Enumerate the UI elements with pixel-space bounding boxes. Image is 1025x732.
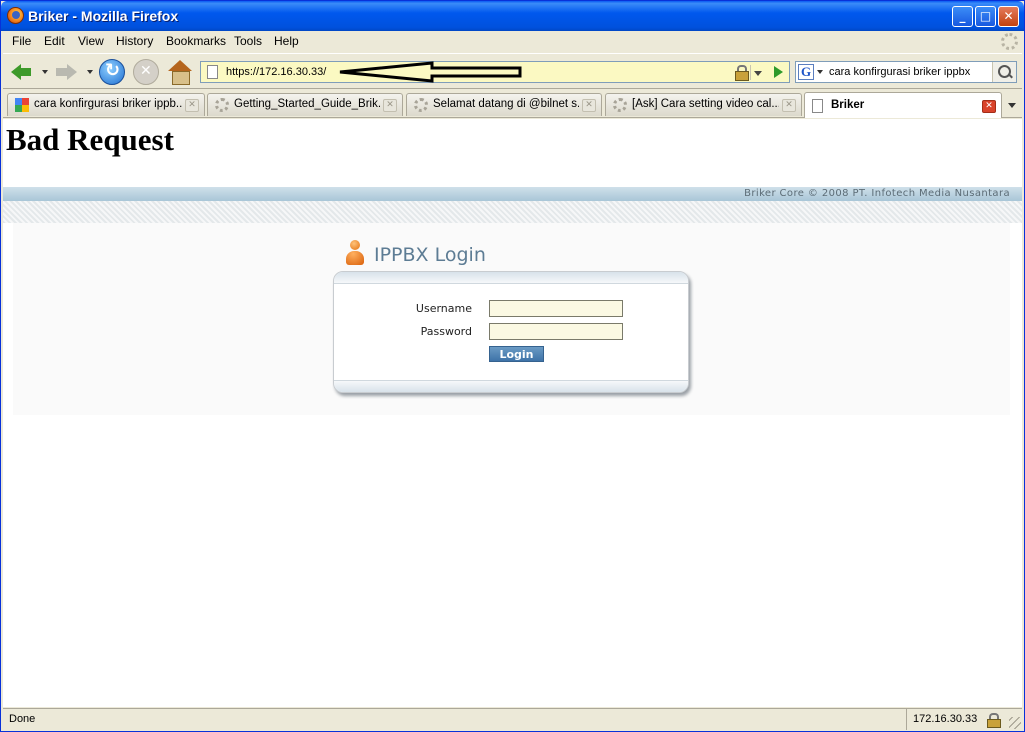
tab-briker[interactable]: Briker ✕ xyxy=(804,92,1002,118)
username-input[interactable] xyxy=(489,300,623,317)
url-history-dropdown-icon[interactable] xyxy=(750,65,764,80)
decorative-stripes xyxy=(3,201,1022,223)
forward-arrow-icon[interactable] xyxy=(53,59,79,85)
login-button[interactable]: Login xyxy=(489,346,544,362)
menu-bookmarks[interactable]: Bookmarks xyxy=(166,34,226,48)
tab-bilnet[interactable]: Selamat datang di @bilnet s... ✕ xyxy=(406,93,602,116)
tab-label: cara konfirgurasi briker ippb... xyxy=(34,98,182,110)
status-bar: Done 172.16.30.33 xyxy=(3,708,1022,730)
google-search-engine-icon[interactable]: G xyxy=(798,64,814,80)
tab-bar: cara konfirgurasi briker ippb... ✕ Getti… xyxy=(3,90,1022,118)
back-history-dropdown-icon[interactable] xyxy=(42,70,48,74)
username-label: Username xyxy=(415,302,472,315)
url-text[interactable]: https://172.16.30.33/ xyxy=(226,66,326,78)
menu-bar: File Edit View History Bookmarks Tools H… xyxy=(3,31,1022,52)
login-title: IPPBX Login xyxy=(374,244,486,266)
go-arrow-icon[interactable] xyxy=(769,64,787,80)
tab-label: Getting_Started_Guide_Brik... xyxy=(234,98,380,110)
window-title: Briker - Mozilla Firefox xyxy=(28,8,179,24)
firefox-logo-icon xyxy=(7,7,24,24)
loading-icon xyxy=(613,98,627,112)
magnifier-icon[interactable] xyxy=(992,62,1016,82)
page-icon xyxy=(812,99,823,113)
menu-edit[interactable]: Edit xyxy=(44,34,65,48)
menu-tools[interactable]: Tools xyxy=(234,34,262,48)
home-icon[interactable] xyxy=(167,59,193,85)
tab-google-search[interactable]: cara konfirgurasi briker ippb... ✕ xyxy=(7,93,205,116)
search-box[interactable]: G cara konfirgurasi briker ippbx xyxy=(795,61,1017,83)
tab-ask-video[interactable]: [Ask] Cara setting video cal... ✕ xyxy=(605,93,802,116)
tab-close-icon[interactable]: ✕ xyxy=(582,99,596,112)
password-label: Password xyxy=(420,325,472,338)
login-panel: Username Password Login xyxy=(333,271,689,393)
copyright-text: Briker Core © 2008 PT. Infotech Media Nu… xyxy=(744,188,1010,199)
search-input[interactable]: cara konfirgurasi briker ippbx xyxy=(829,66,970,78)
header-bar: Briker Core © 2008 PT. Infotech Media Nu… xyxy=(3,187,1022,201)
browser-window: Briker - Mozilla Firefox _ □ ✕ File Edit… xyxy=(0,0,1025,732)
loading-icon xyxy=(414,98,428,112)
throbber-icon xyxy=(1001,33,1018,50)
close-button[interactable]: ✕ xyxy=(998,6,1019,27)
page-heading: Bad Request xyxy=(6,122,174,157)
status-lock-icon[interactable] xyxy=(987,713,1001,728)
tab-close-icon[interactable]: ✕ xyxy=(383,99,397,112)
tab-close-icon[interactable]: ✕ xyxy=(982,100,996,113)
resize-grip-icon[interactable] xyxy=(1009,717,1021,729)
minimize-button[interactable]: _ xyxy=(952,6,973,27)
panel-bottom-border xyxy=(334,380,688,392)
password-input[interactable] xyxy=(489,323,623,340)
title-bar[interactable]: Briker - Mozilla Firefox _ □ ✕ xyxy=(1,1,1024,31)
tab-label: Selamat datang di @bilnet s... xyxy=(433,98,579,110)
status-text: Done xyxy=(9,713,36,725)
menu-history[interactable]: History xyxy=(116,34,153,48)
menu-help[interactable]: Help xyxy=(274,34,299,48)
annotation-arrow xyxy=(339,61,522,83)
tab-label: Briker xyxy=(831,99,865,111)
back-arrow-icon[interactable] xyxy=(9,59,35,85)
tab-list-dropdown-icon[interactable] xyxy=(1004,94,1020,114)
forward-history-dropdown-icon[interactable] xyxy=(87,70,93,74)
stop-icon[interactable] xyxy=(133,59,159,85)
page-icon xyxy=(207,65,218,79)
search-engine-dropdown-icon[interactable] xyxy=(817,70,823,74)
google-icon xyxy=(15,98,29,112)
page-content: Bad Request Briker Core © 2008 PT. Infot… xyxy=(3,119,1022,707)
menu-file[interactable]: File xyxy=(12,34,31,48)
reload-icon[interactable] xyxy=(99,59,125,85)
tab-getting-started[interactable]: Getting_Started_Guide_Brik... ✕ xyxy=(207,93,403,116)
tab-label: [Ask] Cara setting video cal... xyxy=(632,98,779,110)
loading-icon xyxy=(215,98,229,112)
tab-close-icon[interactable]: ✕ xyxy=(782,99,796,112)
panel-top-border xyxy=(334,272,688,284)
menu-view[interactable]: View xyxy=(78,34,104,48)
user-icon xyxy=(346,240,364,266)
maximize-button[interactable]: □ xyxy=(975,6,996,27)
status-host: 172.16.30.33 xyxy=(906,709,986,730)
tab-close-icon[interactable]: ✕ xyxy=(185,99,199,112)
lock-icon[interactable] xyxy=(735,65,749,81)
